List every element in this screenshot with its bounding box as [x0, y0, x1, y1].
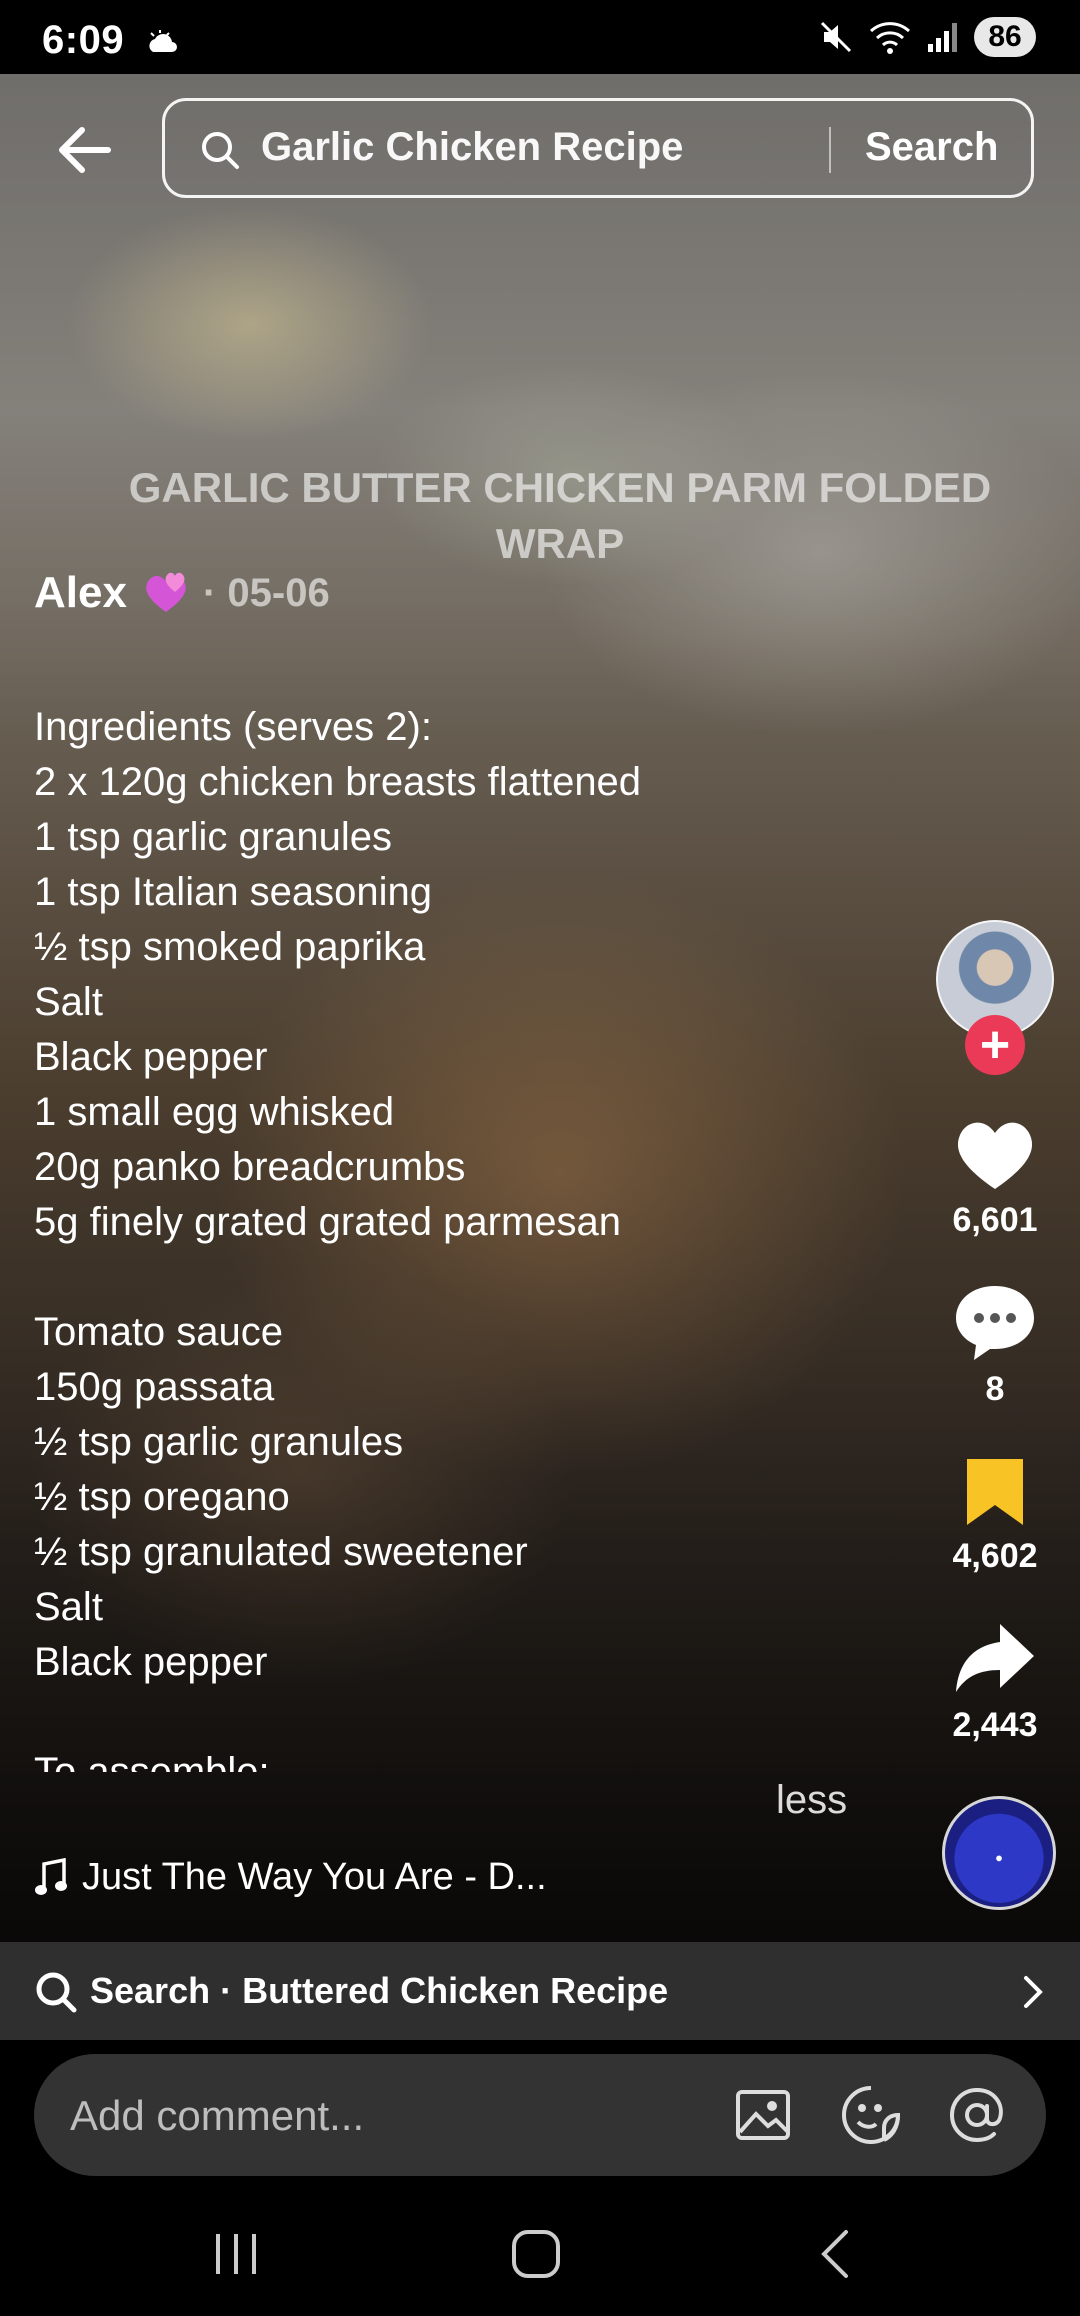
save-button[interactable]: 4,602 [930, 1455, 1060, 1576]
like-button[interactable]: 6,601 [930, 1115, 1060, 1240]
search-bar[interactable]: Garlic Chicken Recipe Search [162, 98, 1034, 198]
emoji-sticker-icon[interactable] [840, 2084, 902, 2146]
description-line: 150g passata [34, 1365, 275, 1409]
screen: 6:09 86 Garlic Chicken Recipe Search GAR… [0, 0, 1080, 2316]
post-description: Ingredients (serves 2): 2 x 120g chicken … [34, 700, 914, 1772]
hearts-emoji-icon [146, 572, 186, 612]
description-line: 2 x 120g chicken breasts flattened [34, 760, 642, 804]
description-line: Ingredients (serves 2): [34, 705, 432, 749]
status-time: 6:09 [42, 18, 125, 62]
description-line: 20g panko breadcrumbs [34, 1145, 466, 1189]
author-row: Alex · 05-06 [34, 568, 330, 618]
search-icon [202, 132, 239, 169]
description-line: Salt [34, 1585, 103, 1629]
description-line: To assemble: [34, 1750, 270, 1772]
description-line: Black pepper [34, 1640, 268, 1684]
mute-icon [820, 21, 852, 53]
description-line: ½ tsp garlic granules [34, 1420, 404, 1464]
comment-count: 8 [985, 1370, 1005, 1408]
battery-indicator: 86 [974, 17, 1036, 57]
search-icon [36, 1972, 77, 2013]
weather-icon [149, 30, 177, 52]
mention-at-icon[interactable] [946, 2084, 1008, 2146]
related-search-bar[interactable]: Search · Buttered Chicken Recipe [0, 1942, 1080, 2040]
description-line: Black pepper [34, 1035, 268, 1079]
home-icon[interactable] [506, 2226, 566, 2282]
music-row[interactable]: Just The Way You Are - D... [34, 1856, 547, 1899]
comment-input[interactable]: Add comment... [34, 2054, 1046, 2176]
video-overlay-title: GARLIC BUTTER CHICKEN PARM FOLDED WRAP [128, 464, 992, 567]
share-button[interactable]: 2,443 [930, 1620, 1060, 1745]
bookmark-icon [967, 1459, 1023, 1525]
search-query[interactable]: Garlic Chicken Recipe [261, 125, 683, 170]
save-count: 4,602 [952, 1537, 1038, 1575]
wifi-icon [869, 22, 911, 54]
less-toggle[interactable]: less [776, 1778, 847, 1823]
search-button[interactable]: Search [865, 125, 998, 170]
recent-apps-icon[interactable] [206, 2226, 266, 2282]
system-nav-bar [0, 2184, 1080, 2316]
description-line: ½ tsp smoked paprika [34, 925, 426, 969]
music-disc[interactable] [942, 1796, 1056, 1910]
description-line: 5g finely grated grated parmesan [34, 1200, 622, 1244]
share-count: 2,443 [952, 1706, 1038, 1744]
description-line: 1 tsp garlic granules [34, 815, 392, 859]
description-line: ½ tsp granulated sweetener [34, 1530, 528, 1574]
music-note-icon [35, 1857, 67, 1895]
description-line: Tomato sauce [34, 1310, 284, 1354]
share-arrow-icon [956, 1624, 1034, 1692]
description-line: ½ tsp oregano [34, 1475, 290, 1519]
description-line [34, 1250, 914, 1305]
heart-icon [957, 1122, 1033, 1189]
music-title[interactable]: Just The Way You Are - D... [82, 1856, 547, 1899]
comment-placeholder[interactable]: Add comment... [70, 2092, 364, 2140]
post-date: · 05-06 [202, 570, 330, 615]
description-line: 1 tsp Italian seasoning [34, 870, 433, 914]
search-divider [829, 127, 831, 173]
comment-button[interactable]: 8 [930, 1282, 1060, 1409]
author-name[interactable]: Alex [34, 568, 127, 618]
status-icons: 86 [818, 14, 1036, 60]
comment-bubble-icon [956, 1286, 1034, 1360]
related-search-label[interactable]: Search · Buttered Chicken Recipe [90, 1970, 668, 2012]
signal-icon [928, 23, 957, 52]
status-bar: 6:09 86 [0, 0, 1080, 74]
description-line: 1 small egg whisked [34, 1090, 395, 1134]
description-line [34, 1690, 914, 1745]
description-line: Salt [34, 980, 103, 1024]
chevron-right-icon [1024, 1976, 1043, 2008]
like-count: 6,601 [952, 1201, 1038, 1239]
comment-area: Add comment... [0, 2040, 1080, 2184]
follow-button[interactable]: + [965, 1015, 1025, 1075]
image-icon[interactable] [732, 2084, 794, 2146]
system-back-icon[interactable] [808, 2226, 868, 2282]
back-arrow-icon[interactable] [52, 118, 116, 182]
